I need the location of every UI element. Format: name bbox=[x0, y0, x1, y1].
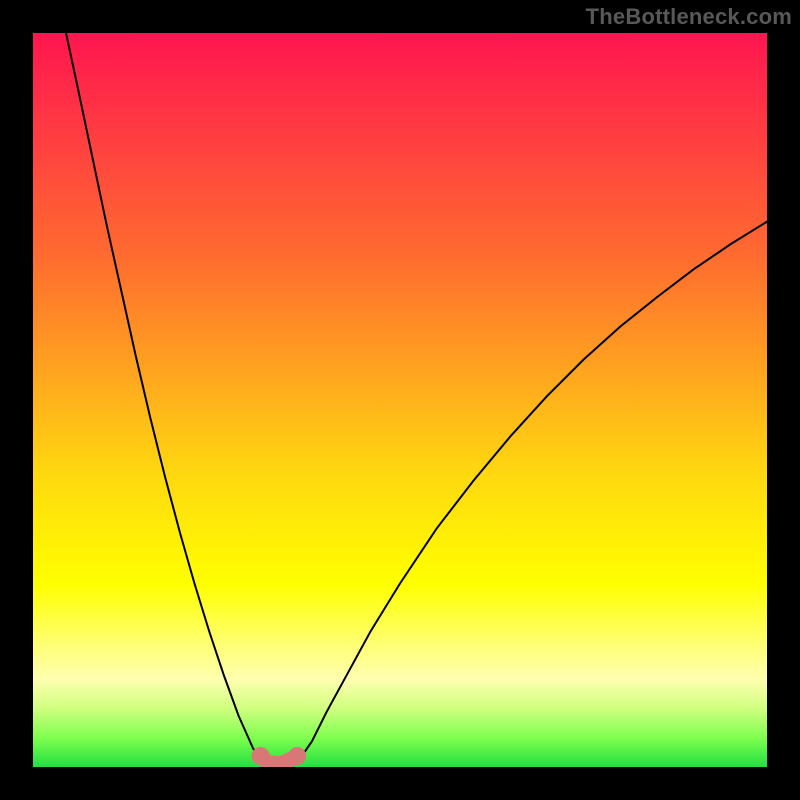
chart-plot-area bbox=[33, 33, 767, 767]
chart-svg bbox=[33, 33, 767, 767]
right-curve bbox=[297, 222, 767, 763]
left-curve bbox=[66, 33, 264, 763]
watermark-text: TheBottleneck.com bbox=[586, 4, 792, 30]
trough-highlight-dot bbox=[252, 747, 270, 765]
trough-highlight-dot bbox=[288, 747, 306, 765]
